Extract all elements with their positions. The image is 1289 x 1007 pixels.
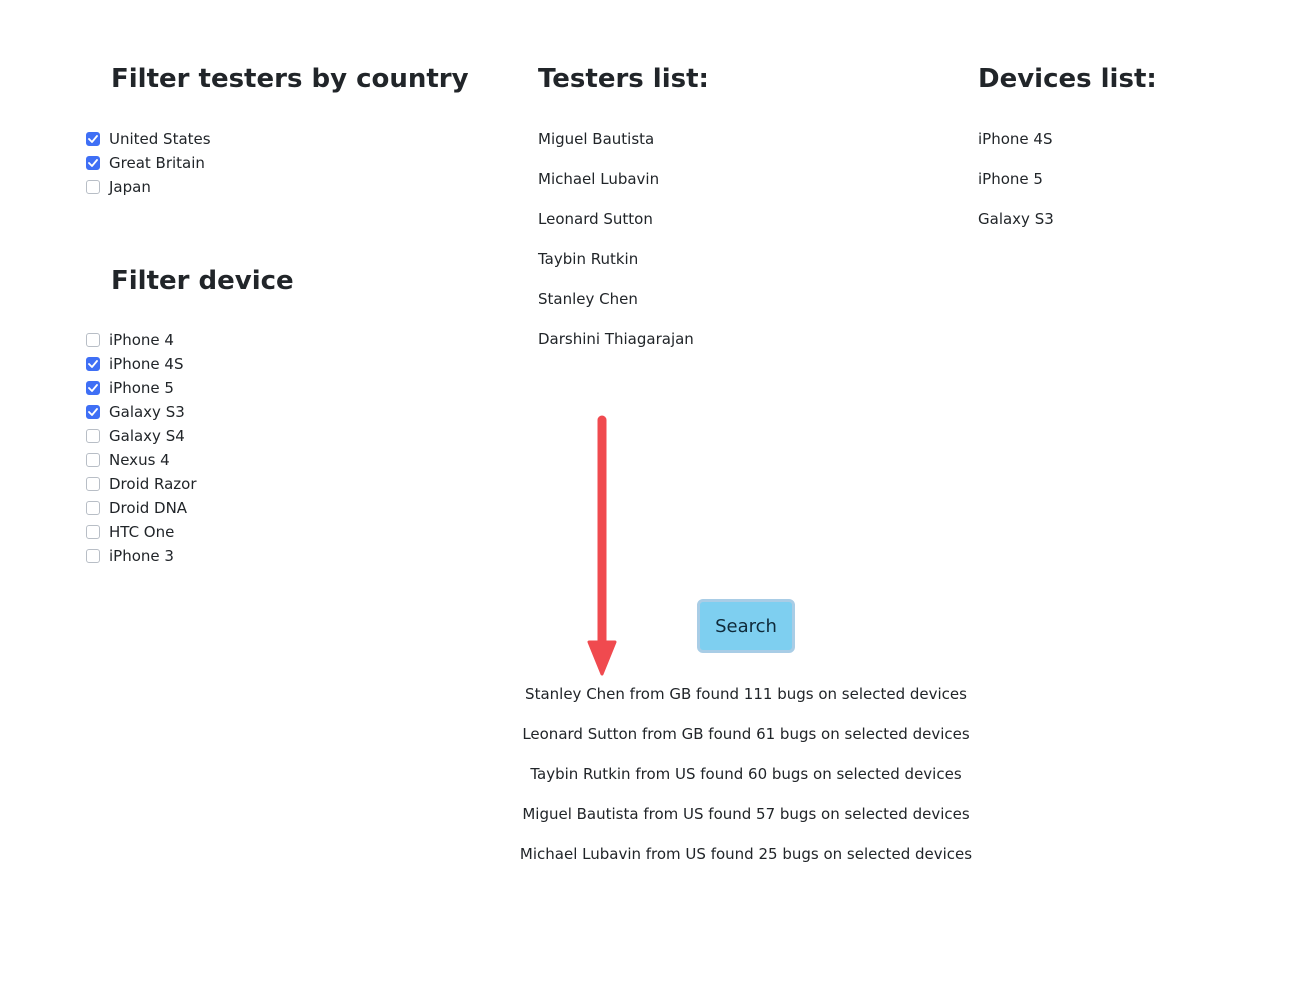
checkbox[interactable] — [86, 501, 100, 515]
country-option-label: Japan — [109, 178, 151, 196]
tester-item: Michael Lubavin — [538, 170, 660, 188]
country-option-united-states[interactable]: United States — [86, 127, 211, 151]
result-item: Stanley Chen from GB found 111 bugs on s… — [525, 685, 967, 703]
device-option[interactable]: iPhone 5 — [86, 376, 197, 400]
device-option[interactable]: iPhone 4 — [86, 328, 197, 352]
check-icon — [88, 135, 98, 143]
result-item: Miguel Bautista from US found 57 bugs on… — [522, 805, 970, 823]
device-item: iPhone 4S — [978, 130, 1053, 148]
device-filter-list: iPhone 4 iPhone 4S iPhone 5 Galaxy S3 Ga… — [86, 328, 197, 568]
device-option-label: iPhone 3 — [109, 547, 174, 565]
search-button[interactable]: Search — [697, 599, 795, 653]
checkbox[interactable] — [86, 333, 100, 347]
checkbox[interactable] — [86, 525, 100, 539]
tester-item: Taybin Rutkin — [538, 250, 639, 268]
country-option-great-britain[interactable]: Great Britain — [86, 151, 211, 175]
device-option-label: Galaxy S4 — [109, 427, 185, 445]
tester-item: Stanley Chen — [538, 290, 638, 308]
page: Filter testers by country United States … — [0, 0, 1289, 1007]
testers-list-title: Testers list: — [538, 64, 709, 94]
checkbox[interactable] — [86, 405, 100, 419]
device-option-label: Droid Razor — [109, 475, 197, 493]
device-option-label: iPhone 4 — [109, 331, 174, 349]
country-filter-title: Filter testers by country — [111, 64, 469, 94]
red-down-arrow-icon — [587, 415, 617, 676]
check-icon — [88, 408, 98, 416]
device-option[interactable]: iPhone 4S — [86, 352, 197, 376]
device-option[interactable]: Galaxy S3 — [86, 400, 197, 424]
device-option[interactable]: Droid DNA — [86, 496, 197, 520]
checkbox[interactable] — [86, 477, 100, 491]
device-option[interactable]: HTC One — [86, 520, 197, 544]
device-option[interactable]: Droid Razor — [86, 472, 197, 496]
devices-list-title: Devices list: — [978, 64, 1157, 94]
device-option[interactable]: Galaxy S4 — [86, 424, 197, 448]
check-icon — [88, 360, 98, 368]
device-option-label: iPhone 4S — [109, 355, 184, 373]
country-option-japan[interactable]: Japan — [86, 175, 211, 199]
checkbox[interactable] — [86, 381, 100, 395]
device-filter-title: Filter device — [111, 266, 294, 296]
device-option[interactable]: Nexus 4 — [86, 448, 197, 472]
checkbox[interactable] — [86, 357, 100, 371]
testers-list: Miguel Bautista Michael Lubavin Leonard … — [538, 127, 694, 367]
country-option-label: United States — [109, 130, 211, 148]
check-icon — [88, 384, 98, 392]
tester-item: Darshini Thiagarajan — [538, 330, 694, 348]
checkbox[interactable] — [86, 156, 100, 170]
device-option-label: iPhone 5 — [109, 379, 174, 397]
checkbox[interactable] — [86, 180, 100, 194]
result-item: Michael Lubavin from US found 25 bugs on… — [519, 845, 973, 863]
device-item: Galaxy S3 — [978, 210, 1054, 228]
device-option-label: Droid DNA — [109, 499, 188, 517]
device-option-label: Nexus 4 — [109, 451, 170, 469]
results-list: Stanley Chen from GB found 111 bugs on s… — [500, 682, 992, 882]
device-option-label: Galaxy S3 — [109, 403, 185, 421]
country-filter-list: United States Great Britain Japan — [86, 127, 211, 199]
device-item: iPhone 5 — [978, 170, 1043, 188]
result-item: Taybin Rutkin from US found 60 bugs on s… — [530, 765, 962, 783]
device-option[interactable]: iPhone 3 — [86, 544, 197, 568]
result-item: Leonard Sutton from GB found 61 bugs on … — [522, 725, 970, 743]
checkbox[interactable] — [86, 453, 100, 467]
checkbox[interactable] — [86, 549, 100, 563]
checkbox[interactable] — [86, 132, 100, 146]
tester-item: Miguel Bautista — [538, 130, 655, 148]
check-icon — [88, 159, 98, 167]
devices-list: iPhone 4S iPhone 5 Galaxy S3 — [978, 127, 1054, 247]
device-option-label: HTC One — [109, 523, 175, 541]
country-option-label: Great Britain — [109, 154, 205, 172]
checkbox[interactable] — [86, 429, 100, 443]
tester-item: Leonard Sutton — [538, 210, 653, 228]
